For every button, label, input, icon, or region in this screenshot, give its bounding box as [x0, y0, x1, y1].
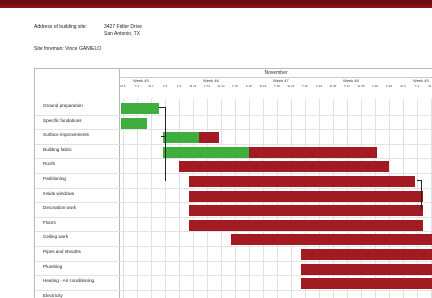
day-header: T 27	[344, 84, 350, 88]
day-header: F 9	[176, 84, 182, 88]
foreman-name: Vince GANIELO	[65, 46, 102, 52]
task-bar-planned[interactable]	[249, 146, 377, 158]
gantt-chart: November Week 45 Week 46 Week 47 Week 48 Wee…	[34, 68, 432, 298]
day-header: T 13	[204, 84, 210, 88]
task-label: Heating - Air conditioning	[43, 278, 95, 284]
day-header: F 30	[385, 84, 392, 88]
day-header: W 28	[357, 84, 365, 88]
task-label: Specific fundations	[43, 117, 82, 123]
day-header: M 12	[189, 84, 197, 88]
address-label: Address of building site:	[34, 24, 88, 30]
task-bar-planned[interactable]	[301, 278, 432, 290]
task-label: Partitioning	[43, 176, 66, 181]
week-label: Week 45	[413, 78, 429, 83]
day-header: W 21	[287, 84, 295, 88]
task-bar-completed[interactable]	[163, 146, 249, 158]
week-label: Week 45	[133, 78, 149, 83]
day-header: T 4	[414, 84, 420, 88]
dependency-connector	[421, 180, 422, 210]
day-header: T 29	[372, 84, 378, 88]
task-label: Ceiling work	[43, 234, 69, 240]
day-header: M 3	[400, 84, 406, 88]
grid-row-line	[35, 114, 432, 116]
task-bar-planned[interactable]	[231, 234, 432, 246]
task-bar-planned[interactable]	[189, 190, 423, 202]
task-label: Pipes and sheaths	[43, 249, 81, 254]
task-label: Surface improvements	[43, 132, 89, 138]
task-bar-planned[interactable]	[189, 176, 415, 187]
dependency-connector	[165, 107, 166, 181]
grid-row-line	[35, 158, 432, 160]
address-line-2: San Antonio, TX	[104, 31, 141, 37]
day-header: W 7	[148, 84, 154, 88]
task-bar-planned[interactable]	[301, 249, 432, 260]
month-label: November	[119, 69, 432, 78]
grid-row-line	[35, 275, 432, 277]
week-label: Week 47	[273, 78, 289, 83]
day-header: W 5	[428, 84, 432, 88]
task-label: Plumbing	[43, 263, 63, 269]
task-bar-planned[interactable]	[199, 132, 219, 144]
grid-row-line	[35, 260, 432, 262]
task-bar-completed[interactable]	[163, 132, 199, 144]
task-label: Building fabric	[43, 146, 72, 152]
task-bar-planned[interactable]	[179, 161, 389, 173]
address-line-1: 3427 Fidler Drive	[104, 24, 143, 30]
day-header: T 22	[302, 84, 308, 88]
day-header: T 15	[232, 84, 238, 88]
dependency-connector	[161, 136, 165, 138]
grid-row-line	[35, 187, 432, 189]
day-header: F 16	[245, 84, 252, 88]
day-header: M 19	[259, 84, 267, 88]
grid-row-line	[35, 173, 432, 174]
task-bar-planned[interactable]	[189, 219, 423, 231]
task-label: Inside windows	[43, 190, 75, 196]
header-band	[0, 4, 432, 8]
task-bar-planned[interactable]	[189, 205, 423, 217]
task-bar-completed[interactable]	[121, 103, 159, 114]
day-header: T 6	[134, 84, 140, 88]
day-header: F 23	[315, 84, 322, 88]
task-label: Floors	[43, 219, 56, 225]
day-header: M 5	[120, 84, 126, 88]
task-label: Electricity	[43, 292, 63, 298]
day-header: T 8	[162, 84, 168, 88]
task-bar-completed[interactable]	[121, 117, 147, 129]
task-label: Decoration work	[43, 205, 77, 211]
task-label: Ground preparation	[43, 103, 83, 108]
week-label: Week 48	[343, 78, 359, 83]
day-header: T 20	[274, 84, 280, 88]
grid-row-line	[35, 289, 432, 291]
grid-row-line	[35, 231, 432, 233]
task-bar-planned[interactable]	[301, 263, 432, 275]
grid-row-line	[35, 129, 432, 131]
task-label: Roofs	[43, 161, 56, 167]
week-label: Week 46	[203, 78, 219, 83]
day-header: W 14	[217, 84, 225, 88]
grid-row-line	[35, 246, 432, 247]
day-header: M 26	[329, 84, 337, 88]
grid-row-line	[35, 202, 432, 204]
document-page: Address of building site: 3427 Fidler Dr…	[0, 4, 432, 298]
grid-row-line	[35, 216, 432, 218]
grid-row-line	[35, 143, 432, 145]
foreman-label: Site foreman:	[34, 46, 64, 52]
